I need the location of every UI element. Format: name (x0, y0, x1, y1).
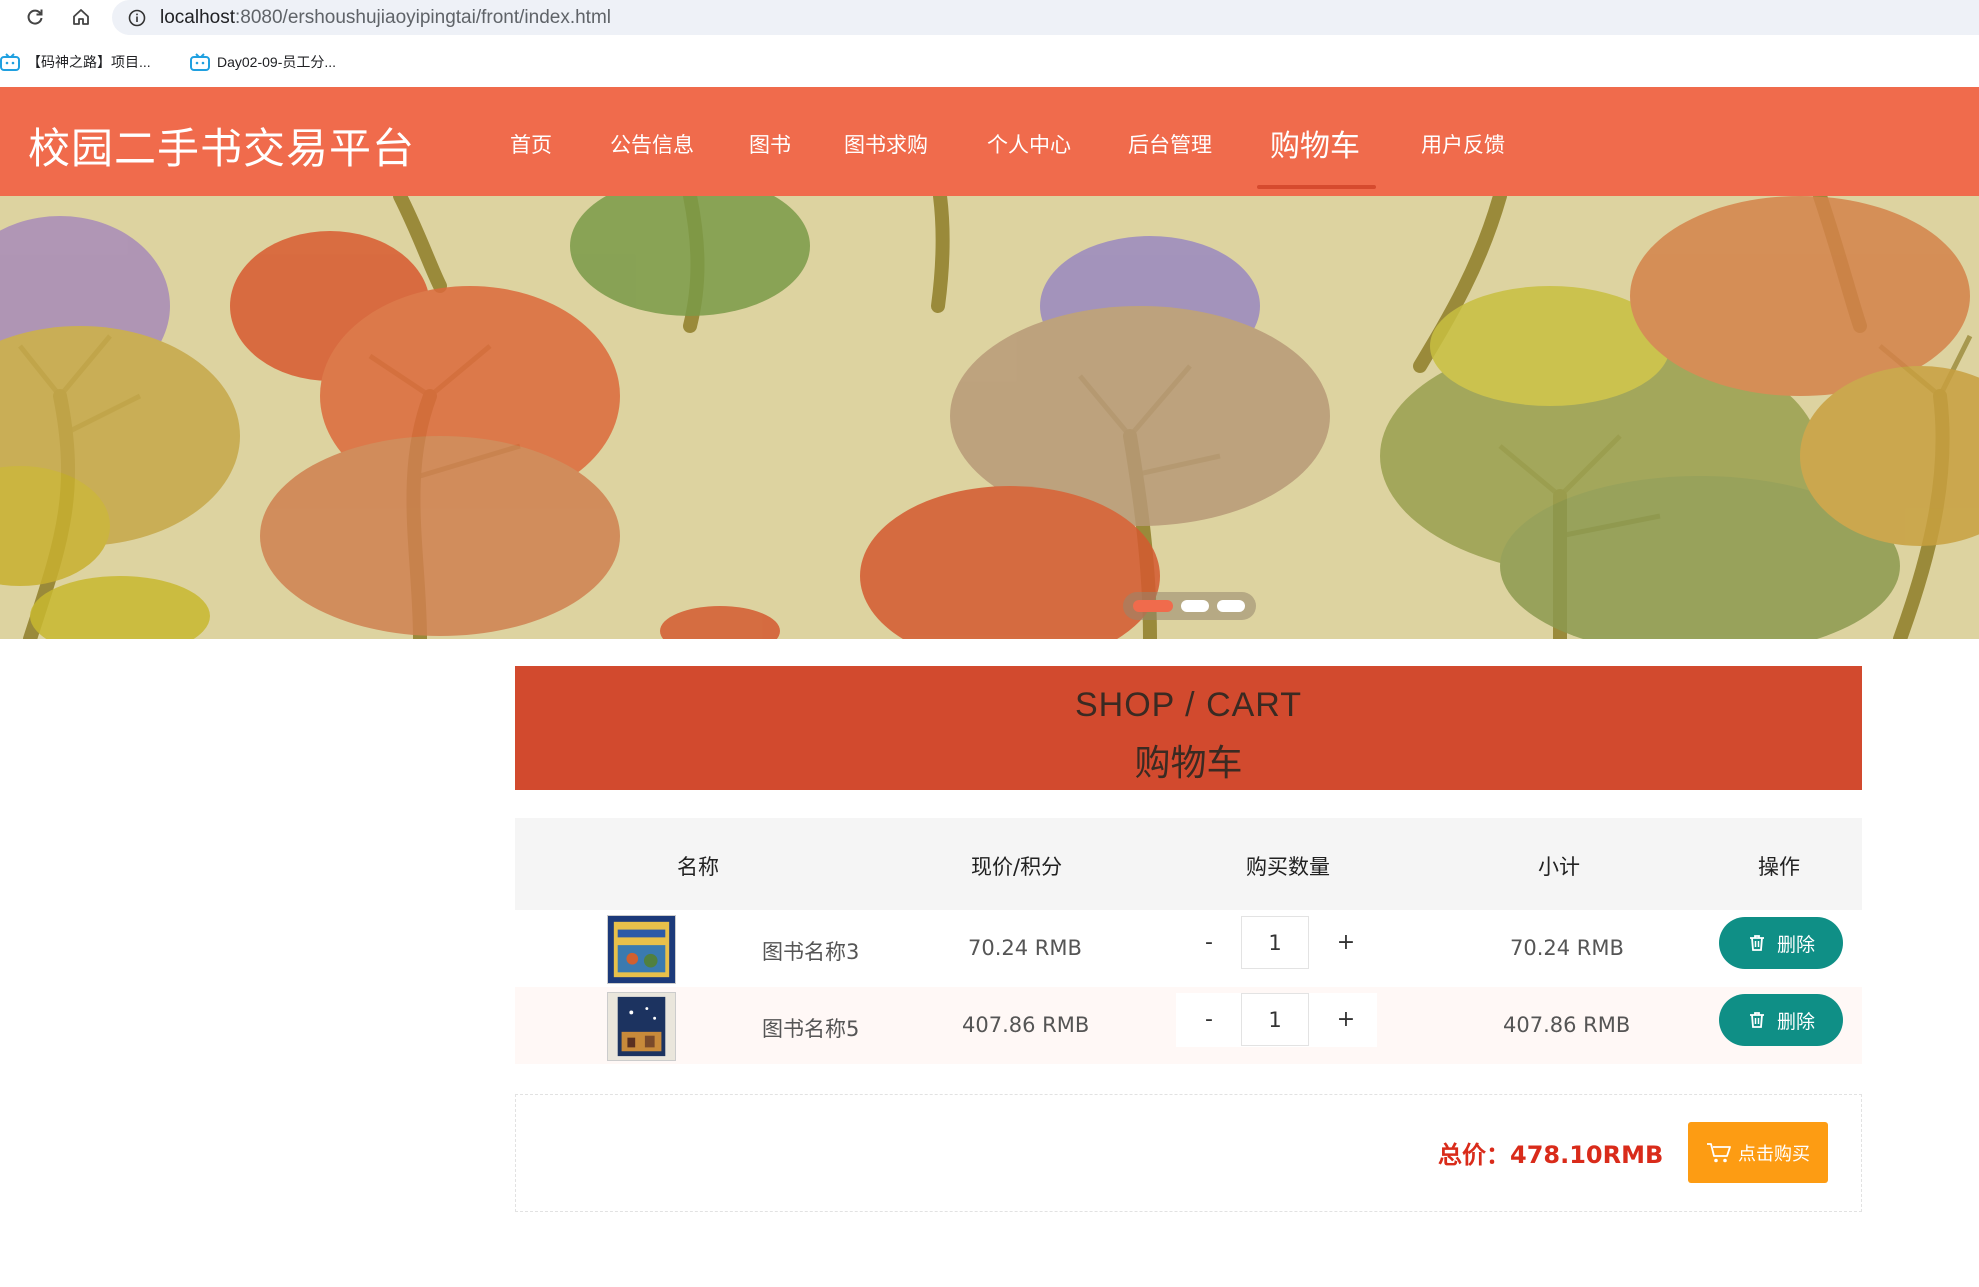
url-text[interactable]: localhost:8080/ershoushujiaoyipingtai/fr… (160, 7, 611, 29)
decrease-quantity-button[interactable]: - (1193, 1005, 1225, 1035)
address-bar[interactable]: localhost:8080/ershoushujiaoyipingtai/fr… (112, 0, 1979, 35)
column-header-quantity: 购买数量 (1246, 855, 1330, 879)
active-nav-indicator (1257, 185, 1376, 189)
buy-button-label: 点击购买 (1738, 1143, 1810, 1165)
carousel-indicators (1123, 592, 1256, 620)
nav-book-requests[interactable]: 图书求购 (844, 129, 928, 159)
book-price: 70.24 RMB (968, 936, 1082, 960)
carousel-dot[interactable] (1181, 600, 1209, 612)
quantity-input[interactable] (1241, 993, 1309, 1046)
carousel-dot[interactable] (1133, 600, 1173, 612)
nav-books[interactable]: 图书 (749, 129, 791, 159)
bookmark-label: Day02-09-员工分... (217, 54, 337, 70)
book-name[interactable]: 图书名称3 (762, 936, 859, 966)
increase-quantity-button[interactable]: + (1330, 928, 1362, 958)
section-header: SHOP / CART 购物车 (515, 666, 1862, 790)
banner-carousel[interactable] (0, 196, 1979, 639)
bilibili-tv-icon (190, 53, 210, 71)
row-subtotal: 407.86 RMB (1503, 1013, 1631, 1037)
table-row: 图书名称3 70.24 RMB - + 70.24 RMB 删除 (515, 910, 1862, 987)
nav-admin[interactable]: 后台管理 (1128, 129, 1212, 159)
bookmark-item[interactable]: 【码神之路】项目... (0, 50, 151, 74)
cart-total-box: 总价：478.10RMB 点击购买 (515, 1094, 1862, 1212)
section-title-en: SHOP / CART (1074, 686, 1303, 724)
decrease-quantity-button[interactable]: - (1193, 928, 1225, 958)
site-header: 校园二手书交易平台 首页 公告信息 图书 图书求购 个人中心 后台管理 购物车 … (0, 87, 1979, 196)
column-header-subtotal: 小计 (1538, 855, 1580, 879)
quantity-stepper: - + (1176, 993, 1377, 1047)
carousel-dot[interactable] (1217, 600, 1245, 612)
nav-feedback[interactable]: 用户反馈 (1421, 129, 1505, 159)
book-cover-image[interactable] (607, 915, 676, 984)
bilibili-tv-icon (0, 53, 20, 71)
delete-button[interactable]: 删除 (1719, 994, 1843, 1046)
banner-image (0, 196, 1979, 639)
section-title-cn: 购物车 (1134, 743, 1243, 784)
bookmark-label: 【码神之路】项目... (27, 54, 151, 70)
home-icon[interactable] (68, 4, 94, 30)
table-header: 名称 现价/积分 购买数量 小计 操作 (515, 818, 1862, 910)
book-name[interactable]: 图书名称5 (762, 1013, 859, 1043)
bookmark-item[interactable]: Day02-09-员工分... (190, 50, 336, 74)
trash-icon (1749, 935, 1764, 951)
book-price: 407.86 RMB (962, 1013, 1090, 1037)
url-host: localhost (160, 6, 235, 28)
quantity-input[interactable] (1241, 916, 1309, 969)
increase-quantity-button[interactable]: + (1330, 1005, 1362, 1035)
quantity-stepper: - + (1176, 916, 1377, 970)
nav-personal-center[interactable]: 个人中心 (987, 129, 1071, 159)
total-price: 总价：478.10RMB (1438, 1141, 1664, 1169)
reload-icon[interactable] (22, 4, 48, 30)
table-row: 图书名称5 407.86 RMB - + 407.86 RMB 删除 (515, 987, 1862, 1064)
row-subtotal: 70.24 RMB (1510, 936, 1624, 960)
nav-announcements[interactable]: 公告信息 (610, 129, 694, 159)
column-header-name: 名称 (677, 855, 719, 879)
shopping-cart-icon (1707, 1142, 1731, 1162)
column-header-actions: 操作 (1758, 855, 1800, 879)
delete-button-label: 删除 (1776, 1010, 1815, 1033)
buy-button[interactable]: 点击购买 (1688, 1122, 1828, 1183)
browser-toolbar: localhost:8080/ershoushujiaoyipingtai/fr… (0, 0, 1979, 35)
site-info-icon[interactable] (124, 5, 150, 31)
site-title[interactable]: 校园二手书交易平台 (28, 115, 415, 176)
delete-button-label: 删除 (1776, 933, 1815, 956)
book-cover-image[interactable] (607, 992, 676, 1061)
nav-home[interactable]: 首页 (510, 129, 552, 159)
nav-cart[interactable]: 购物车 (1270, 121, 1360, 165)
trash-icon (1749, 1012, 1764, 1028)
url-path: :8080/ershoushujiaoyipingtai/front/index… (235, 6, 612, 28)
bookmarks-bar: 【码神之路】项目... Day02-09-员工分... (0, 44, 1979, 80)
column-header-price: 现价/积分 (971, 855, 1063, 879)
delete-button[interactable]: 删除 (1719, 917, 1843, 969)
